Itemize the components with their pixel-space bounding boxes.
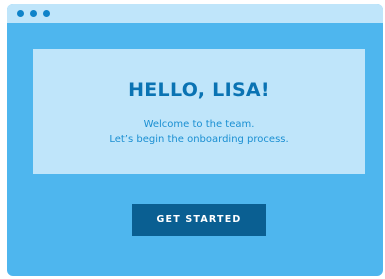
window-titlebar [7, 4, 383, 23]
onboarding-message: Let’s begin the onboarding process. [109, 134, 289, 145]
welcome-title: HELLO, LISA! [128, 79, 270, 101]
window-dot-icon[interactable] [30, 10, 37, 17]
welcome-message: Welcome to the team. [143, 119, 255, 130]
window-dot-icon[interactable] [17, 10, 24, 17]
app-window: HELLO, LISA! Welcome to the team. Let’s … [7, 4, 383, 276]
get-started-button[interactable]: GET STARTED [132, 204, 266, 236]
window-dot-icon[interactable] [43, 10, 50, 17]
welcome-card: HELLO, LISA! Welcome to the team. Let’s … [33, 49, 365, 174]
